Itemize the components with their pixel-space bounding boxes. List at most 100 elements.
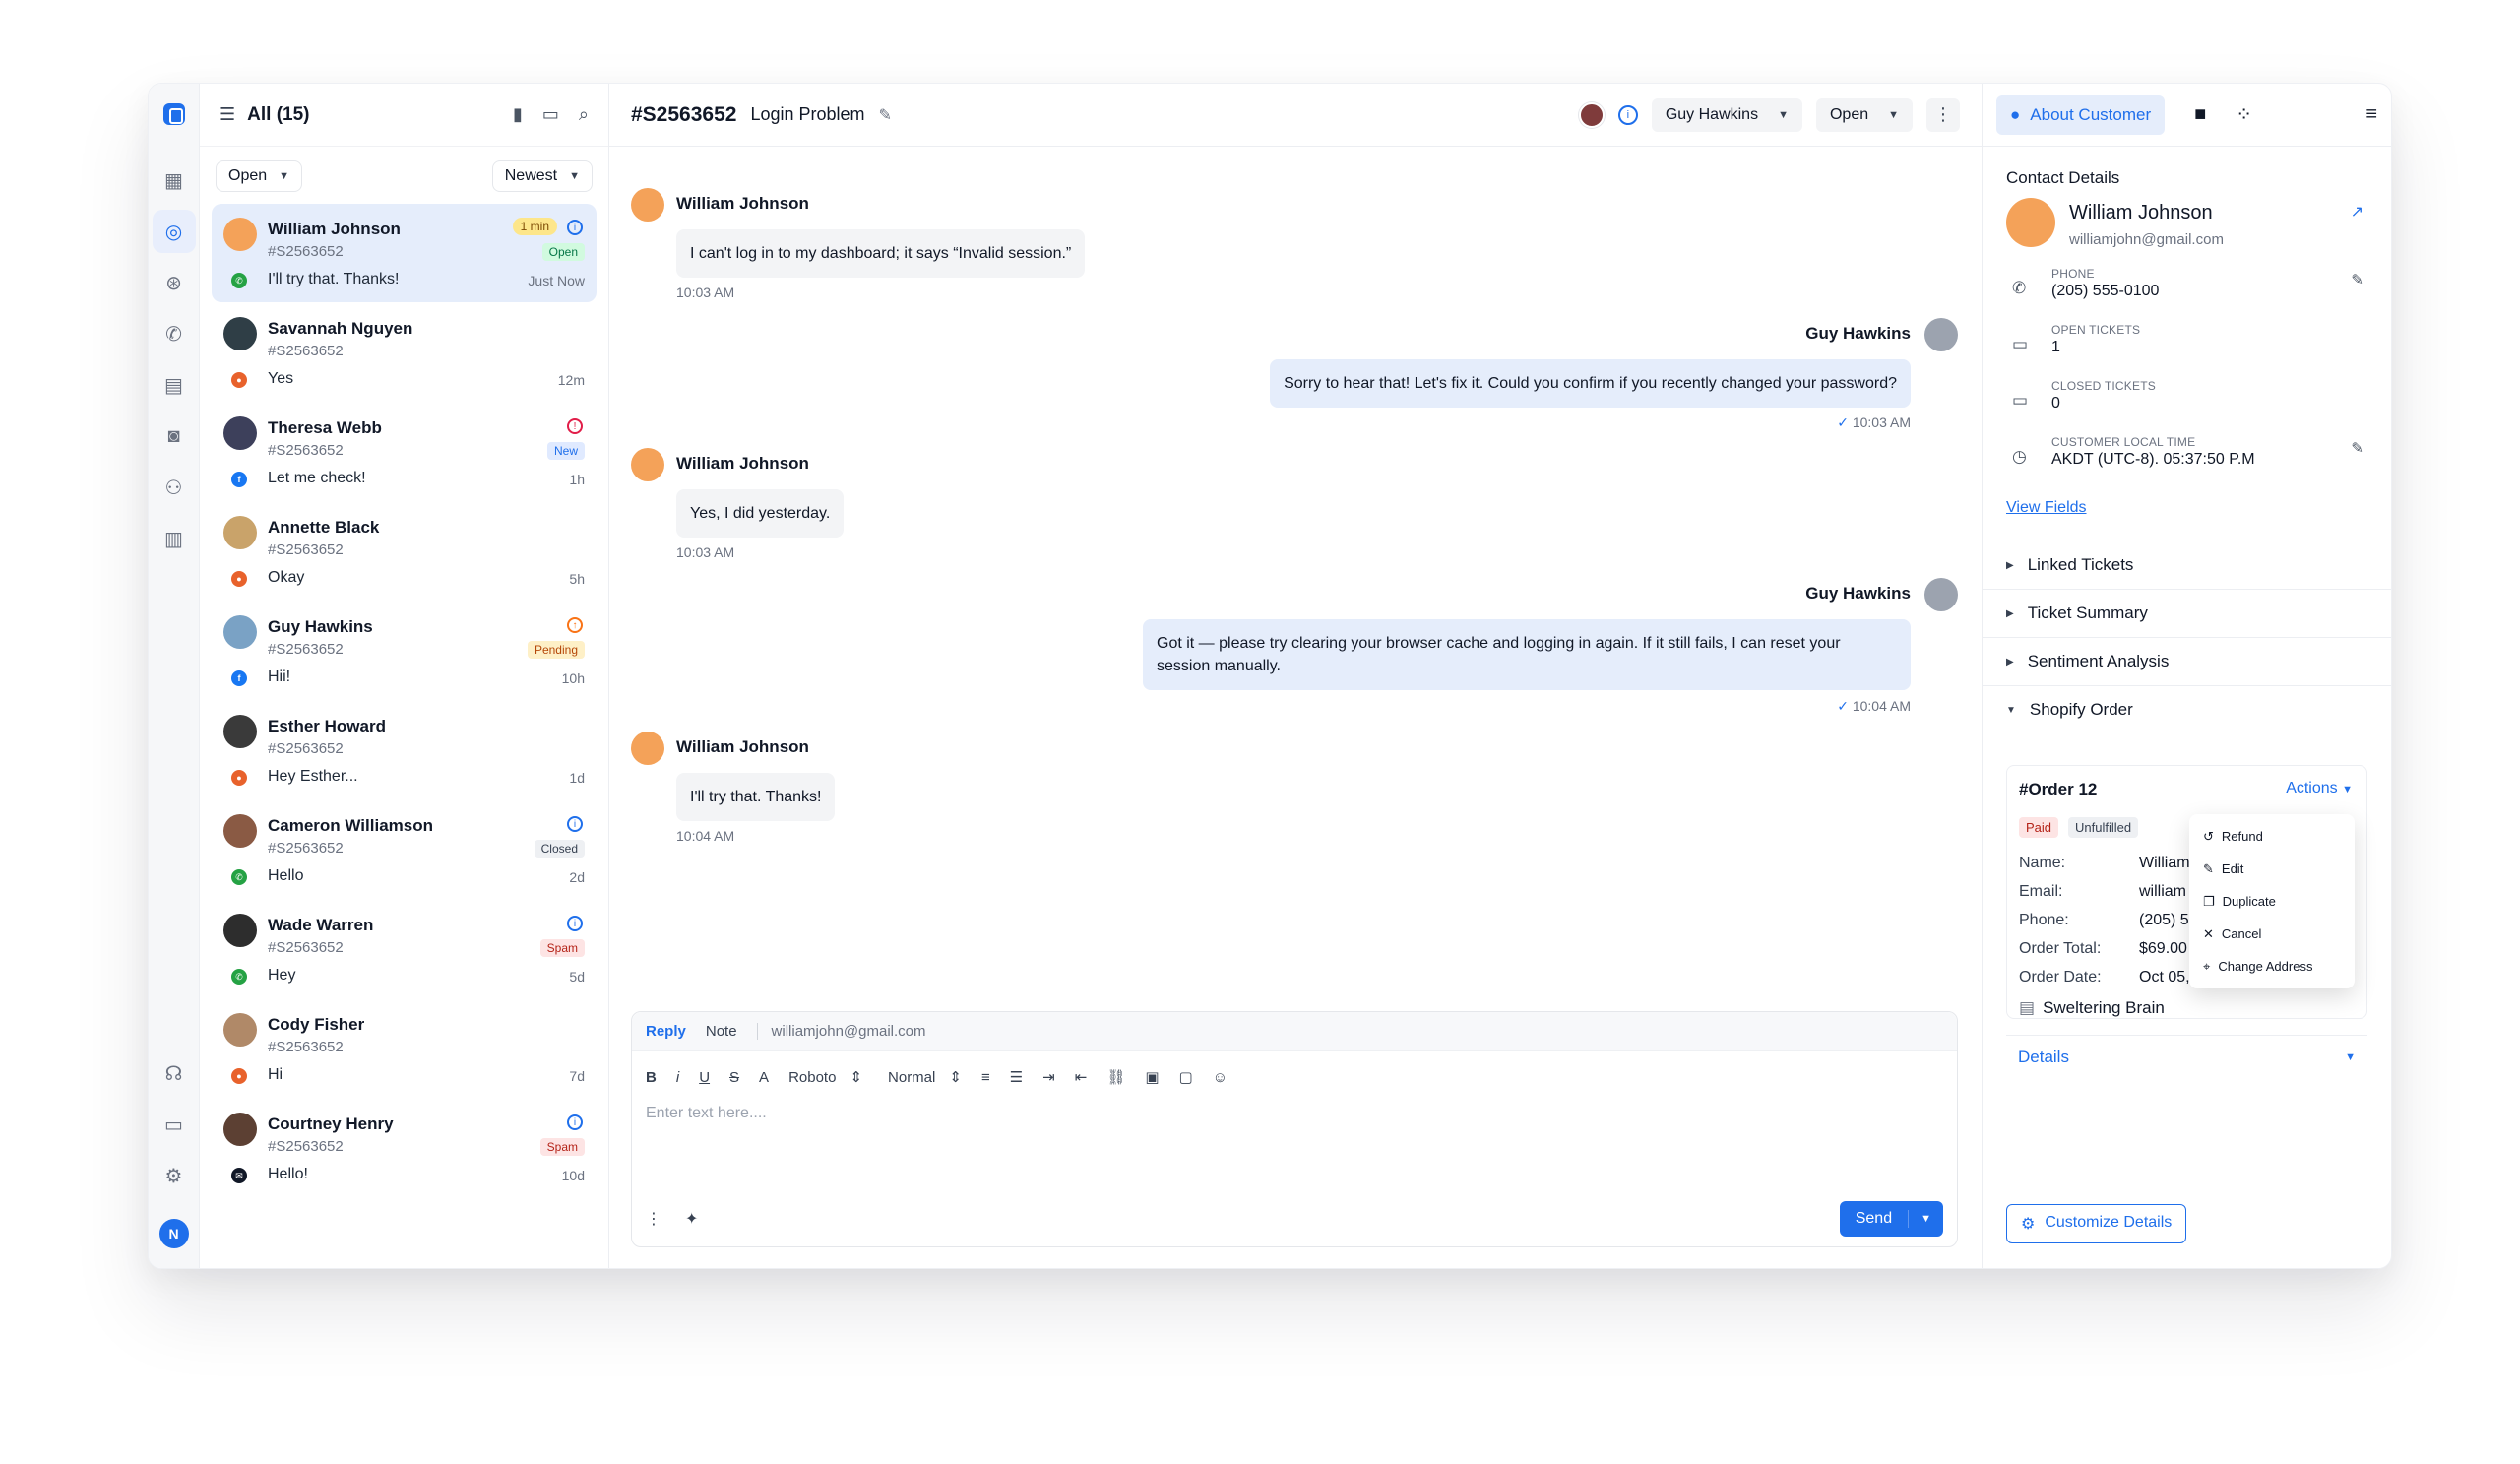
message-bubble: Sorry to hear that! Let's fix it. Could … xyxy=(1270,359,1911,409)
view-cards-icon[interactable]: ▭ xyxy=(542,104,559,125)
unfulfilled-tag: Unfulfilled xyxy=(2068,817,2139,838)
apps-grid-icon[interactable]: ⁘ xyxy=(2236,102,2252,127)
outdent-icon[interactable]: ⇤ xyxy=(1075,1068,1088,1086)
conversation-item[interactable]: William Johnson #S2563652 ✆ I'll try that. … xyxy=(212,204,597,302)
tab-note[interactable]: Note xyxy=(706,1023,737,1040)
about-customer-tab[interactable]: ● About Customer xyxy=(1996,95,2166,135)
duplicate-icon: ❐ xyxy=(2203,893,2215,909)
whatsapp-icon: ✆ xyxy=(231,869,247,885)
headset-icon[interactable]: ☊ xyxy=(153,1051,196,1095)
text-color-icon[interactable]: A xyxy=(759,1069,769,1086)
camera-icon[interactable]: ■ xyxy=(2194,103,2206,126)
open-external-icon[interactable]: ↗ xyxy=(2351,202,2363,222)
email-icon: ✉ xyxy=(231,1168,247,1183)
font-select[interactable]: Roboto ⇕ xyxy=(788,1068,862,1087)
menu-item-change-address[interactable]: ⌖ Change Address xyxy=(2189,950,2355,983)
clipboard-icon[interactable]: ▤ xyxy=(153,363,196,407)
order-details-toggle[interactable]: Details ▼ xyxy=(2006,1035,2367,1078)
italic-icon[interactable]: i xyxy=(676,1069,679,1086)
read-check-icon: ✓ xyxy=(1837,698,1853,714)
message-bubble: Got it — please try clearing your browse… xyxy=(1143,619,1911,691)
conversation-item[interactable]: Cameron Williamson #S2563652 ✆ Hello 2d Close… xyxy=(212,800,597,899)
menu-item-duplicate[interactable]: ❐ Duplicate xyxy=(2189,885,2355,918)
section-ticket-summary[interactable]: ▶ Ticket Summary xyxy=(1983,589,2391,637)
contact-avatar xyxy=(223,1013,257,1047)
menu-item-refund[interactable]: ↺ Refund xyxy=(2189,820,2355,853)
conversation-item[interactable]: Annette Black #S2563652 ● Okay 5h xyxy=(212,502,597,601)
last-message: Hey xyxy=(268,967,296,984)
clock-icon: ◷ xyxy=(2012,447,2027,466)
message-time: 12m xyxy=(557,372,585,388)
conversation-item[interactable]: Wade Warren #S2563652 ✆ Hey 5d Spam i xyxy=(212,900,597,998)
settings-gear-icon[interactable]: ⚙ xyxy=(153,1154,196,1197)
chevron-down-icon[interactable]: ▼ xyxy=(1909,1213,1943,1225)
size-select[interactable]: Normal ⇕ xyxy=(888,1068,962,1087)
image-icon[interactable]: ▣ xyxy=(1145,1068,1159,1086)
emoji-icon[interactable]: ☺ xyxy=(1213,1069,1228,1086)
info-icon[interactable]: i xyxy=(1617,104,1638,125)
team-icon[interactable]: ⚇ xyxy=(153,466,196,509)
order-field-label: Name: xyxy=(2019,855,2066,871)
conversation-item[interactable]: Courtney Henry #S2563652 ✉ Hello! 10d Spam i xyxy=(212,1099,597,1197)
send-button[interactable]: Send ▼ xyxy=(1839,1201,1943,1237)
user-avatar[interactable]: N xyxy=(158,1219,189,1248)
gif-icon[interactable]: ▢ xyxy=(1179,1068,1193,1086)
app-window: ▦ ◎ ⊛ ✆ ▤ ◙ ⚇ ▥ ☊ ▭ ⚙ N ☰ All (15) ▮ ▭ ⌕… xyxy=(148,83,2392,1269)
last-message: Hello xyxy=(268,867,304,884)
section-title: Shopify Order xyxy=(2029,700,2133,719)
more-vertical-icon[interactable]: ⋮ xyxy=(646,1209,662,1229)
conversation-item[interactable]: Cody Fisher #S2563652 ● Hi 7d xyxy=(212,999,597,1098)
whatsapp-icon[interactable]: ✆ xyxy=(153,312,196,355)
menu-item-cancel[interactable]: ✕ Cancel xyxy=(2189,918,2355,950)
status-indicator-icon: i xyxy=(567,916,583,931)
conversation-item[interactable]: Theresa Webb #S2563652 f Let me check! 1h New… xyxy=(212,403,597,501)
indent-icon[interactable]: ⇥ xyxy=(1042,1068,1055,1086)
billing-icon[interactable]: ▭ xyxy=(153,1103,196,1146)
section-title: Sentiment Analysis xyxy=(2027,652,2170,670)
collapse-panel-icon[interactable]: ≡ xyxy=(2365,103,2377,126)
reports-icon[interactable]: ▥ xyxy=(153,517,196,560)
assignee-dropdown[interactable]: Guy Hawkins ▼ xyxy=(1651,97,1802,132)
contact-card-icon[interactable]: ◙ xyxy=(153,414,196,458)
order-actions-button[interactable]: Actions ▼ xyxy=(2286,780,2353,797)
caret-down-icon: ▼ xyxy=(2006,704,2016,716)
customize-label: Customize Details xyxy=(2045,1214,2173,1231)
tab-reply[interactable]: Reply xyxy=(646,1023,686,1040)
conversation-item[interactable]: Esther Howard #S2563652 ● Hey Esther... 1d xyxy=(212,701,597,799)
menu-item-edit[interactable]: ✎ Edit xyxy=(2189,853,2355,885)
ai-sparkle-icon[interactable]: ✦ xyxy=(685,1209,698,1229)
chat-icon: ● xyxy=(231,770,247,786)
conversation-item[interactable]: Guy Hawkins #S2563652 f Hii! 10h Pending ↑ xyxy=(212,602,597,700)
conversations-icon[interactable]: ◎ xyxy=(152,210,196,253)
view-compact-icon[interactable]: ▮ xyxy=(513,104,523,125)
section-shopify-order[interactable]: ▼ Shopify Order xyxy=(1983,685,2391,733)
underline-icon[interactable]: U xyxy=(699,1069,710,1086)
conversation-item[interactable]: Savannah Nguyen #S2563652 ● Yes 12m xyxy=(212,303,597,402)
message-time: 5h xyxy=(569,571,585,587)
panel-header: ● About Customer ■ ⁘ ≡ xyxy=(1983,84,2391,147)
sort-dropdown[interactable]: Newest ▼ xyxy=(491,160,593,192)
message-input[interactable]: Enter text here.... xyxy=(632,1103,1957,1124)
strikethrough-icon[interactable]: S xyxy=(729,1069,739,1086)
collapse-list-icon[interactable]: ☰ xyxy=(220,104,235,125)
whatsapp-icon: ✆ xyxy=(231,273,247,288)
link-icon[interactable]: ⛓ xyxy=(1106,1068,1125,1086)
section-linked-tickets[interactable]: ▶ Linked Tickets xyxy=(1983,541,2391,589)
numbered-list-icon[interactable]: ≡ xyxy=(981,1069,990,1086)
status-dropdown[interactable]: Open ▼ xyxy=(1815,97,1913,132)
ticket-main: #S2563652 Login Problem ✎ i Guy Hawkins ▼… xyxy=(609,84,1982,1268)
edit-pencil-icon[interactable]: ✎ xyxy=(879,105,892,125)
edit-pencil-icon[interactable]: ✎ xyxy=(2351,439,2363,457)
view-fields-link[interactable]: View Fields xyxy=(2006,499,2367,517)
customer-avatar xyxy=(2006,198,2055,247)
section-sentiment-analysis[interactable]: ▶ Sentiment Analysis xyxy=(1983,637,2391,685)
customize-details-button[interactable]: ⚙ Customize Details xyxy=(2006,1204,2187,1243)
edit-pencil-icon[interactable]: ✎ xyxy=(2351,271,2363,288)
search-icon[interactable]: ⌕ xyxy=(579,104,589,125)
radar-icon[interactable]: ⊛ xyxy=(153,261,196,304)
bullet-list-icon[interactable]: ☰ xyxy=(1010,1068,1023,1086)
status-filter-dropdown[interactable]: Open ▼ xyxy=(216,160,303,192)
bold-icon[interactable]: B xyxy=(646,1069,657,1086)
dashboard-icon[interactable]: ▦ xyxy=(153,159,196,202)
more-vertical-icon[interactable]: ⋮ xyxy=(1926,97,1960,132)
